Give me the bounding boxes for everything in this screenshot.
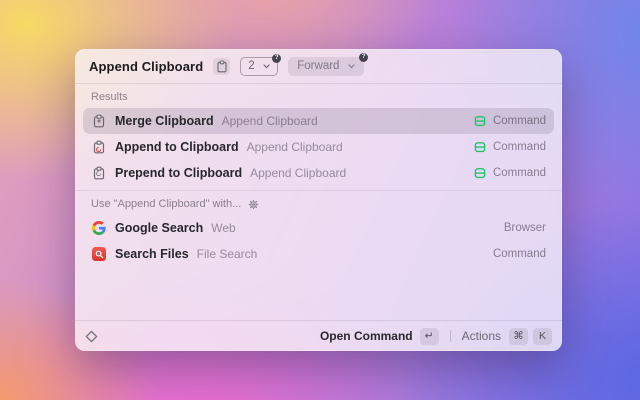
list-item-accessory: Command bbox=[492, 115, 546, 127]
help-badge: ? bbox=[359, 52, 369, 62]
footer-divider bbox=[449, 330, 451, 342]
prepend-clipboard-icon bbox=[91, 166, 107, 180]
open-command-button[interactable]: Open Command ↵ bbox=[319, 327, 439, 345]
list-item-merge-clipboard[interactable]: Merge Clipboard Append Clipboard Command bbox=[83, 108, 554, 134]
raycast-logo-icon bbox=[85, 329, 98, 343]
command-tile-icon bbox=[474, 115, 486, 127]
list-item-subtitle: Append Clipboard bbox=[221, 114, 318, 128]
results-list: Results Merge Clipboard Append Clipboard bbox=[75, 84, 562, 351]
append-clipboard-icon bbox=[91, 140, 107, 154]
list-item-subtitle: Web bbox=[211, 221, 236, 235]
k-key-badge: K bbox=[533, 327, 552, 345]
list-item-title: Google Search bbox=[115, 221, 204, 235]
clipboard-icon bbox=[213, 57, 231, 75]
google-icon bbox=[91, 221, 107, 235]
list-item-title: Prepend to Clipboard bbox=[115, 166, 243, 180]
cmd-key-badge: ⌘ bbox=[509, 327, 528, 345]
list-item-title: Search Files bbox=[115, 247, 189, 261]
list-item-append-to-clipboard[interactable]: Append to Clipboard Append Clipboard Com… bbox=[83, 134, 554, 160]
actions-button[interactable]: Actions ⌘ K bbox=[461, 327, 552, 345]
section-label-results: Results bbox=[91, 91, 128, 103]
mode-dropdown-value: Forward bbox=[297, 60, 340, 72]
action-bar: Open Command ↵ Actions ⌘ K bbox=[75, 320, 562, 351]
gear-icon[interactable] bbox=[248, 199, 259, 210]
launcher-window: Append Clipboard 2 ? Forward ? Results M… bbox=[75, 49, 562, 351]
help-badge: ? bbox=[272, 53, 282, 63]
enter-key-badge: ↵ bbox=[419, 327, 439, 345]
list-item-accessory: Command bbox=[492, 248, 546, 260]
command-header: Append Clipboard 2 ? Forward ? bbox=[75, 49, 562, 83]
command-tile-icon bbox=[474, 141, 486, 153]
list-item-google-search[interactable]: Google Search Web Browser bbox=[83, 215, 554, 241]
actions-label: Actions bbox=[461, 329, 501, 343]
open-command-label: Open Command bbox=[319, 329, 413, 343]
count-dropdown-value: 2 bbox=[248, 60, 255, 72]
list-item-prepend-to-clipboard[interactable]: Prepend to Clipboard Append Clipboard Co… bbox=[83, 160, 554, 186]
chevron-down-icon bbox=[263, 63, 270, 68]
list-item-title: Merge Clipboard bbox=[115, 114, 214, 128]
list-item-title: Append to Clipboard bbox=[115, 140, 239, 154]
page-title: Append Clipboard bbox=[89, 58, 204, 74]
desktop-background: Append Clipboard 2 ? Forward ? Results M… bbox=[0, 0, 640, 400]
chevron-down-icon bbox=[348, 63, 355, 68]
list-item-search-files[interactable]: Search Files File Search Command bbox=[83, 241, 554, 267]
list-item-subtitle: File Search bbox=[196, 247, 258, 261]
list-item-subtitle: Append Clipboard bbox=[250, 166, 347, 180]
merge-clipboard-icon bbox=[91, 114, 107, 128]
file-search-icon bbox=[91, 247, 107, 261]
list-item-accessory: Command bbox=[492, 141, 546, 153]
list-item-accessory: Browser bbox=[503, 222, 546, 234]
section-label-use-with: Use "Append Clipboard" with... bbox=[83, 191, 554, 215]
mode-dropdown[interactable]: Forward ? bbox=[288, 52, 369, 76]
command-tile-icon bbox=[474, 167, 486, 179]
count-dropdown[interactable]: 2 ? bbox=[240, 53, 282, 76]
list-item-accessory: Command bbox=[492, 167, 546, 179]
list-item-subtitle: Append Clipboard bbox=[246, 140, 343, 154]
